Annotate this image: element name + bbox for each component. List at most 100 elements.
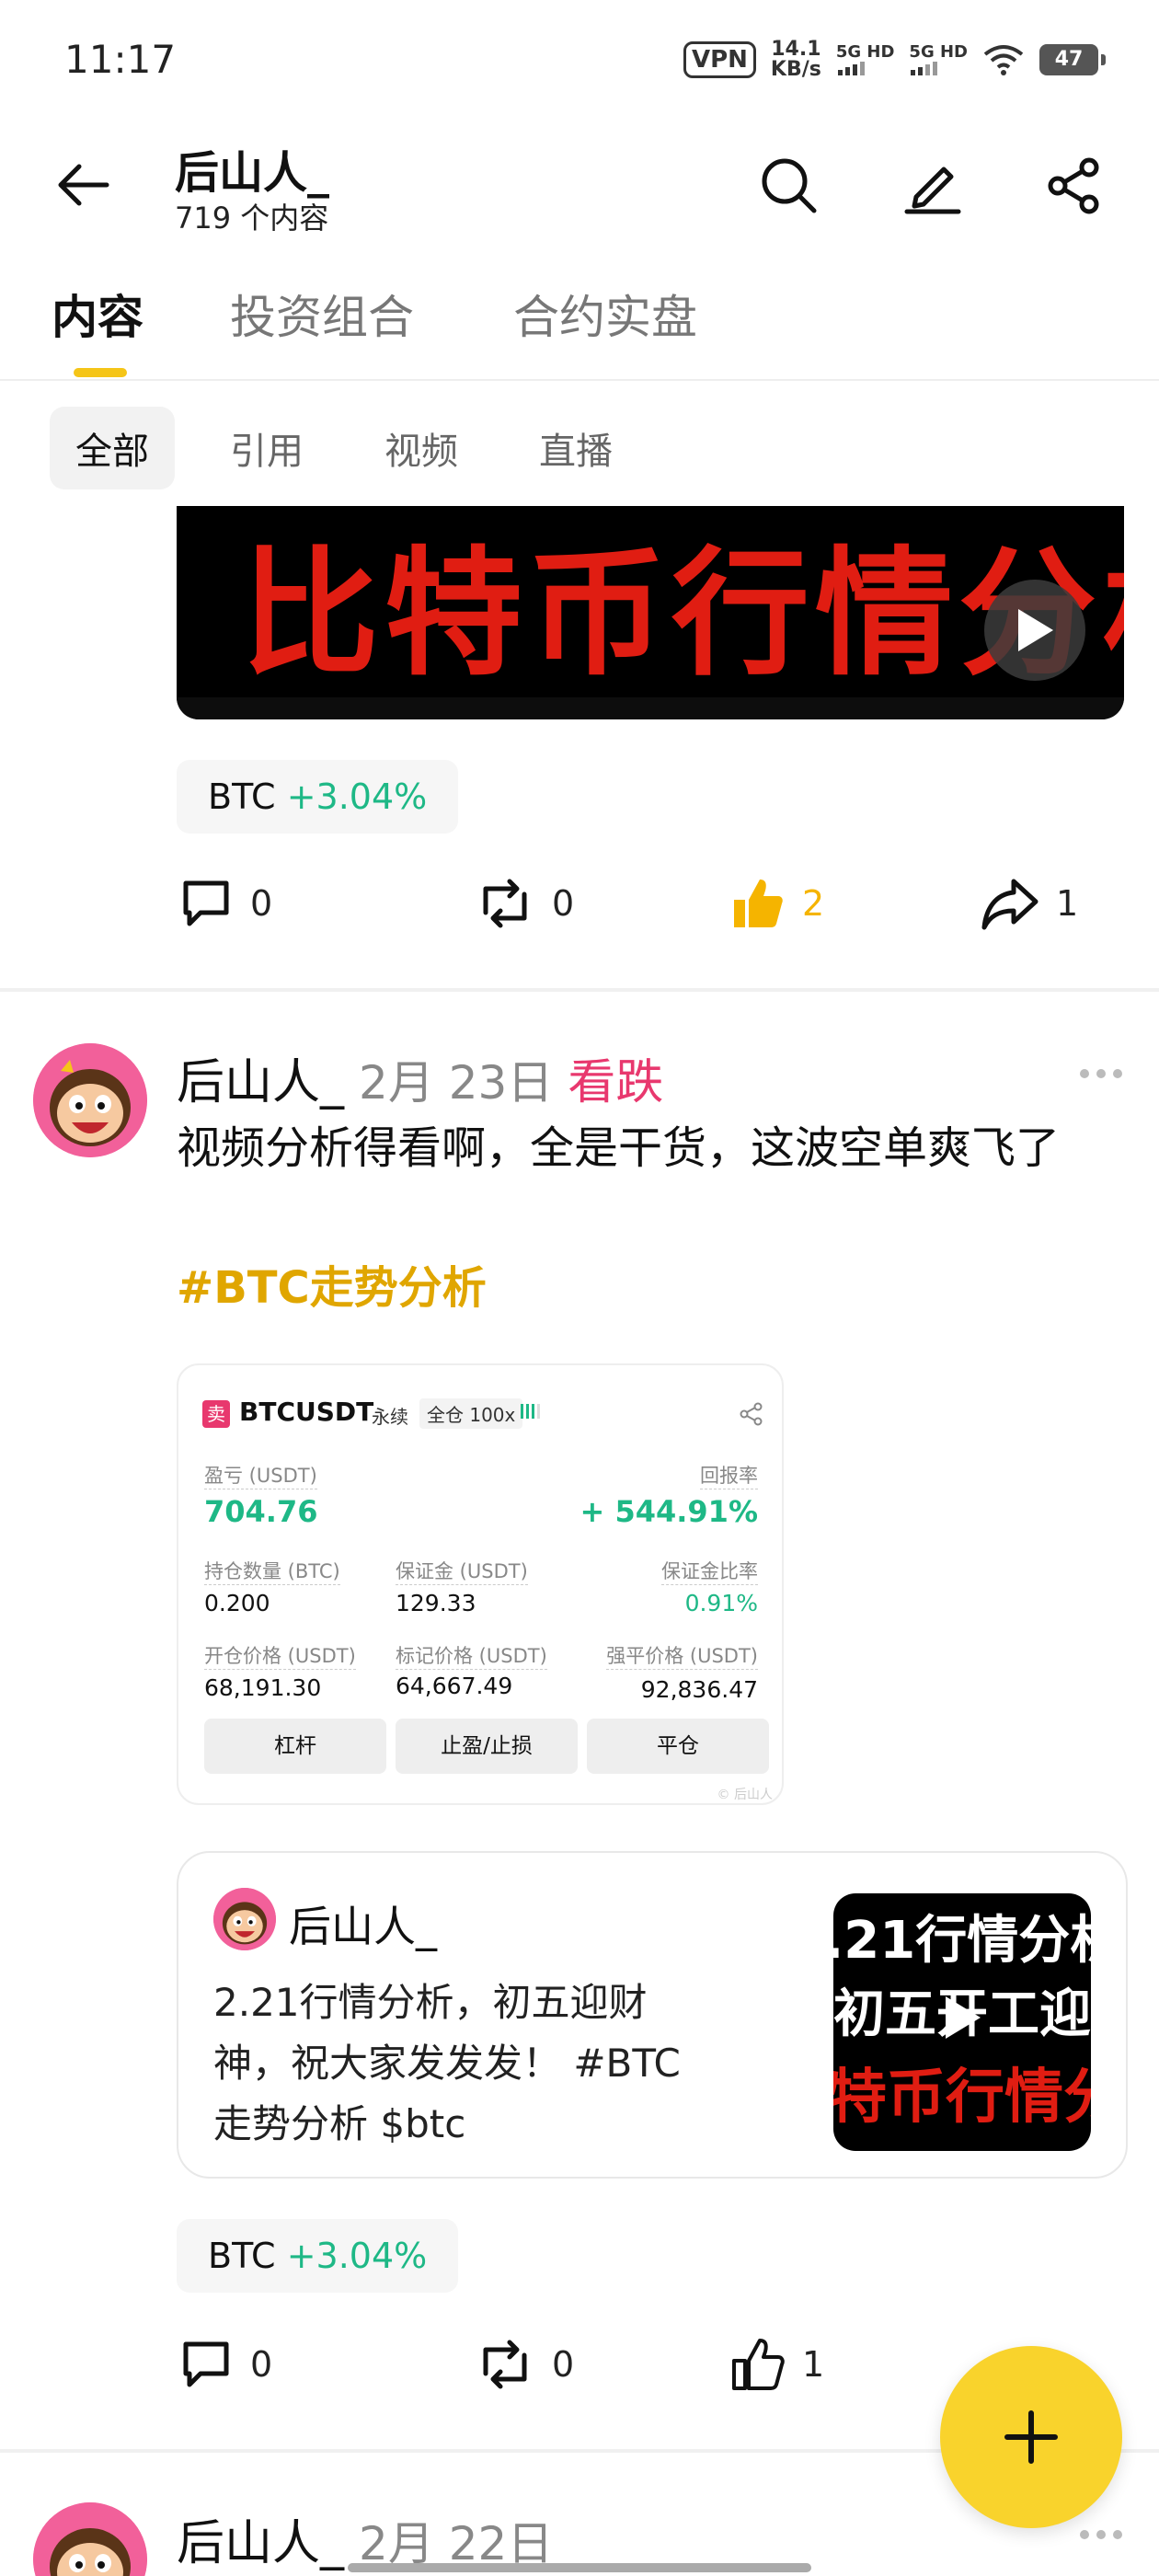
- edit-button[interactable]: [903, 156, 962, 215]
- pnl-value: 704.76: [204, 1494, 318, 1529]
- filter-video[interactable]: 视频: [359, 407, 484, 489]
- post-author[interactable]: 后山人_: [177, 1043, 344, 1112]
- repost-action[interactable]: 0: [475, 876, 574, 931]
- more-dots-icon: [1080, 2530, 1122, 2539]
- pencil-icon: [904, 167, 961, 214]
- share-profile-button[interactable]: [1045, 156, 1104, 215]
- video-thumbnail[interactable]: 比特币行情分析: [177, 506, 1124, 719]
- monkey-avatar-icon: [33, 1043, 147, 1157]
- repost-action[interactable]: 0: [475, 2337, 574, 2392]
- profile-name: 后山人_: [175, 147, 330, 199]
- signal-2: 5G HD: [909, 44, 968, 75]
- like-action[interactable]: 2: [730, 876, 824, 931]
- post-author[interactable]: 后山人_: [177, 2504, 344, 2573]
- post-body: 视频分析得看啊，全是干货，这波空单爽飞了: [177, 1122, 1061, 1174]
- thumbs-up-icon: [732, 2339, 785, 2390]
- wifi-icon: [983, 45, 1024, 75]
- status-time: 11:17: [64, 37, 177, 82]
- quote-text: 2.21行情分析，初五迎财 神，祝大家发发发！ #BTC 走势分析 $btc: [213, 1980, 681, 2146]
- video-taskbar: [177, 697, 1124, 719]
- tab-content[interactable]: 内容: [52, 281, 143, 347]
- mark-label: 标记价格 (USDT): [396, 1641, 547, 1670]
- quote-avatar: [213, 1888, 276, 1950]
- forward-icon: [981, 879, 1039, 930]
- signal-1: 5G HD: [836, 44, 894, 75]
- avatar[interactable]: [33, 2502, 147, 2576]
- vpn-badge: VPN: [683, 41, 756, 78]
- comment-action[interactable]: 0: [178, 2337, 272, 2392]
- home-indicator[interactable]: [348, 2563, 811, 2572]
- filter-quote[interactable]: 引用: [204, 407, 329, 489]
- position-type: 永续: [372, 1406, 408, 1428]
- position-symbol: BTCUSDT: [239, 1397, 374, 1427]
- filter-all[interactable]: 全部: [50, 407, 175, 489]
- margin-ratio-value: 0.91%: [684, 1590, 758, 1616]
- margin-label: 保证金 (USDT): [396, 1557, 528, 1585]
- search-button[interactable]: [760, 156, 819, 215]
- tabs-divider: [0, 379, 1159, 381]
- card-watermark: © 后山人: [717, 1788, 773, 1802]
- back-arrow-icon: [58, 164, 109, 206]
- thumb-line-1: .21行情分析: [833, 1911, 1091, 1971]
- play-icon: [1018, 609, 1053, 651]
- post-date: 2月 23日: [359, 1056, 554, 1110]
- leverage-button[interactable]: 杠杆: [204, 1719, 386, 1774]
- repost-icon: [483, 2340, 527, 2389]
- quote-author: 后山人_: [289, 1902, 437, 1951]
- qty-label: 持仓数量 (BTC): [204, 1557, 340, 1585]
- share-icon: [1048, 157, 1099, 214]
- thumb-line-3: 特币行情分: [833, 2064, 1091, 2132]
- close-position-button[interactable]: 平仓: [587, 1719, 769, 1774]
- comment-icon: [183, 880, 229, 926]
- entry-label: 开仓价格 (USDT): [204, 1641, 356, 1670]
- liq-label: 强平价格 (USDT): [606, 1641, 758, 1670]
- quote-video-thumbnail[interactable]: .21行情分析 初五开工迎财 特币行情分: [833, 1893, 1091, 2151]
- back-button[interactable]: [55, 161, 110, 209]
- hashtag-link[interactable]: #BTC走势分析: [177, 1251, 487, 1316]
- comment-icon: [183, 2341, 229, 2387]
- more-options-button[interactable]: [1078, 2528, 1124, 2541]
- ticker-tag[interactable]: BTC +3.04%: [177, 760, 459, 834]
- create-post-button[interactable]: [940, 2346, 1122, 2528]
- play-button[interactable]: [984, 580, 1085, 681]
- more-dots-icon: [1080, 1069, 1122, 1078]
- more-options-button[interactable]: [1078, 1067, 1124, 1080]
- tab-portfolio[interactable]: 投资组合: [230, 281, 414, 347]
- entry-value: 68,191.30: [204, 1674, 322, 1701]
- roe-value: + 544.91%: [580, 1494, 759, 1529]
- status-icons: VPN 14.1 KB/s 5G HD 5G HD 47: [683, 37, 1106, 83]
- plus-icon: [1004, 2410, 1058, 2464]
- monkey-avatar-icon: [213, 1888, 276, 1950]
- card-share-icon[interactable]: [740, 1402, 763, 1426]
- post-meta: 后山人_ 2月 23日 看跌: [177, 1043, 663, 1112]
- qty-value: 0.200: [204, 1590, 270, 1616]
- pnl-label: 盈亏 (USDT): [204, 1461, 317, 1489]
- share-action[interactable]: 1: [981, 876, 1078, 931]
- ticker-tag[interactable]: BTC +3.04%: [177, 2219, 459, 2293]
- position-card[interactable]: 卖 BTCUSDT 永续 全仓 100x 盈亏 (USDT) 回报率 704.7…: [177, 1363, 784, 1805]
- sell-badge: 卖: [202, 1400, 230, 1428]
- network-speed: 14.1 KB/s: [770, 38, 821, 81]
- liq-value: 92,836.47: [640, 1676, 758, 1703]
- tab-live-contracts[interactable]: 合约实盘: [513, 281, 697, 347]
- monkey-avatar-icon: [33, 2502, 147, 2576]
- play-icon: [946, 1996, 981, 2039]
- leverage-bars-icon: [521, 1404, 540, 1419]
- search-icon: [762, 158, 817, 213]
- avatar[interactable]: [33, 1043, 147, 1157]
- battery-indicator: 47: [1039, 44, 1106, 75]
- post-separator: [0, 988, 1159, 992]
- sentiment-badge: 看跌: [568, 1055, 664, 1110]
- margin-value: 129.33: [396, 1590, 476, 1616]
- repost-icon: [483, 879, 527, 928]
- quoted-post-card[interactable]: 后山人_ 2.21行情分析，初五迎财 神，祝大家发发发！ #BTC 走势分析 $…: [177, 1851, 1128, 2179]
- tpsl-button[interactable]: 止盈/止损: [396, 1719, 578, 1774]
- content-count: 719 个内容: [175, 201, 329, 236]
- roe-label: 回报率: [700, 1461, 758, 1489]
- like-action[interactable]: 1: [730, 2337, 824, 2392]
- comment-action[interactable]: 0: [178, 876, 272, 931]
- margin-ratio-label: 保证金比率: [661, 1557, 758, 1585]
- tab-underline: [74, 368, 127, 377]
- filter-live[interactable]: 直播: [513, 407, 638, 489]
- position-leverage: 全仓 100x: [419, 1398, 523, 1429]
